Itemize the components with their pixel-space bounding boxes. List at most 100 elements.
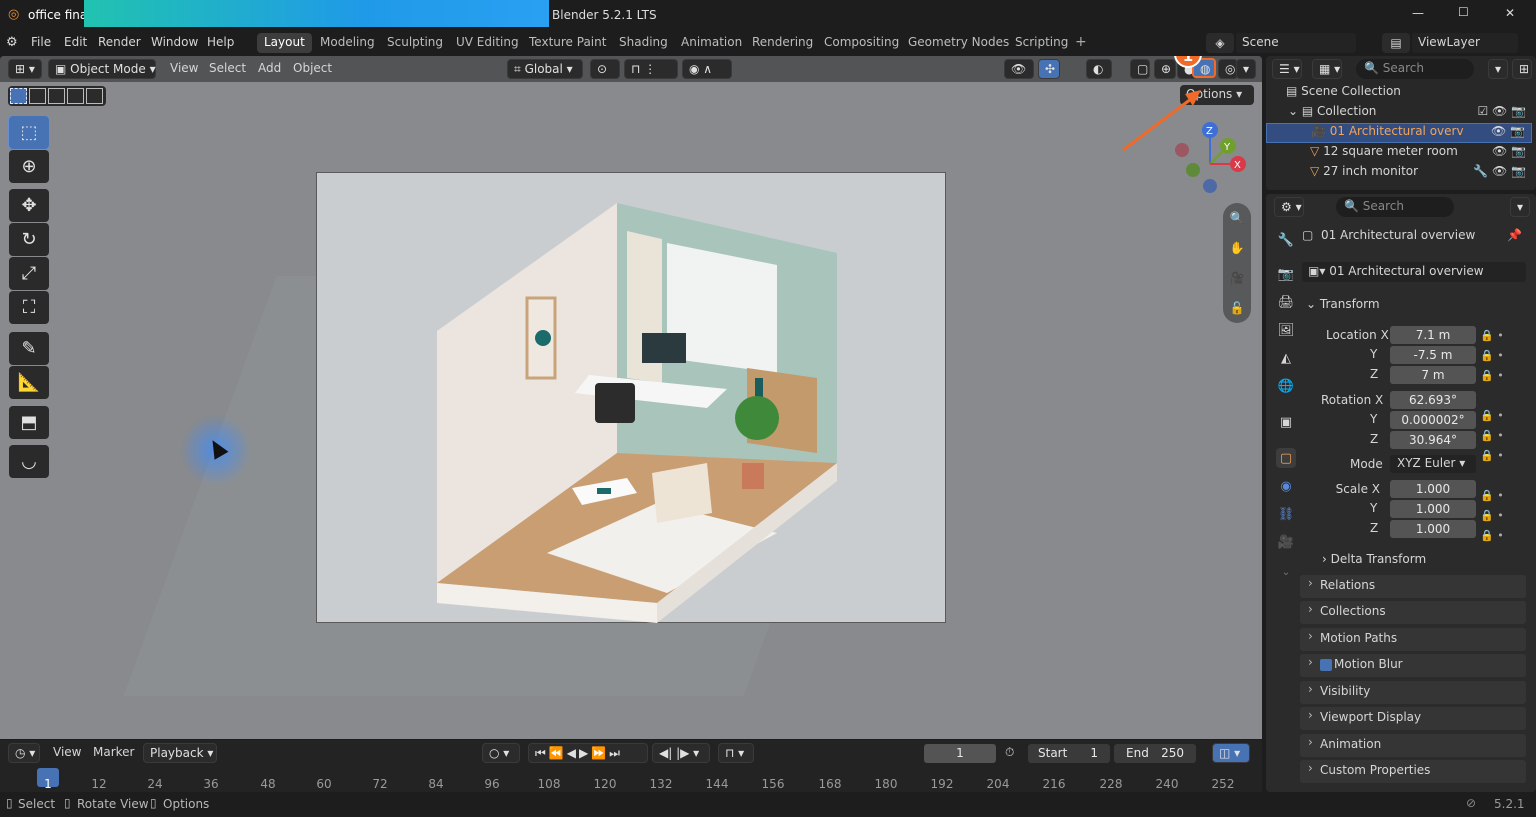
- select-invert-icon[interactable]: [67, 88, 84, 104]
- location-z-field[interactable]: 7 m: [1390, 366, 1476, 384]
- transform-lock-column[interactable]: 🔒 • 🔒 • 🔒 • 🔒 • 🔒 • 🔒 • 🔒 • 🔒 • 🔒 •: [1480, 326, 1520, 542]
- timeline-menu-view[interactable]: View: [53, 745, 81, 759]
- tab-scripting[interactable]: Scripting: [1008, 33, 1075, 53]
- zoom-icon[interactable]: 🔍: [1223, 203, 1251, 233]
- animation-panel[interactable]: Animation: [1300, 734, 1526, 757]
- visibility-panel[interactable]: Visibility: [1300, 681, 1526, 704]
- viewlayer-name-field[interactable]: ViewLayer: [1412, 33, 1518, 53]
- lock-view-icon[interactable]: 🔓: [1223, 293, 1251, 323]
- delta-transform-subpanel[interactable]: › Delta Transform: [1322, 552, 1426, 572]
- object-properties-tab-icon[interactable]: ▢: [1276, 448, 1296, 468]
- location-y-field[interactable]: -7.5 m: [1390, 346, 1476, 364]
- visibility-icon[interactable]: 👁: [1004, 59, 1034, 79]
- xray-icon[interactable]: ▢: [1130, 59, 1150, 79]
- annotate-tool[interactable]: ✎: [9, 332, 49, 365]
- timeline-editor-type-icon[interactable]: ◷ ▾: [8, 743, 40, 763]
- new-collection-icon[interactable]: ⊞: [1512, 59, 1532, 79]
- motion-paths-panel[interactable]: Motion Paths: [1300, 628, 1526, 651]
- collection-tab-icon[interactable]: ▣: [1276, 412, 1296, 432]
- rotation-x-field[interactable]: 62.693°: [1390, 391, 1476, 409]
- close-button[interactable]: ✕: [1505, 6, 1515, 20]
- snapping-icon[interactable]: ⊓ ⋮: [624, 59, 678, 79]
- 3d-viewport[interactable]: ⊞ ▾ ▣ Object Mode ▾ View Select Add Obje…: [0, 56, 1262, 739]
- playback-controls[interactable]: ⏮⏪◀▶⏩⏭: [528, 743, 648, 763]
- tab-sculpting[interactable]: Sculpting: [380, 33, 450, 53]
- tab-layout[interactable]: Layout: [257, 33, 312, 53]
- pin-icon[interactable]: 📌: [1507, 228, 1522, 242]
- properties-options-icon[interactable]: ▾: [1510, 197, 1530, 217]
- object-data-camera-tab-icon[interactable]: 🎥: [1276, 532, 1296, 552]
- scene-tab-icon[interactable]: ◭: [1276, 348, 1296, 368]
- menu-file[interactable]: File: [31, 35, 51, 49]
- render-properties-tab-icon[interactable]: 📷: [1276, 264, 1296, 284]
- world-tab-icon[interactable]: 🌐: [1276, 376, 1296, 396]
- rotation-y-field[interactable]: 0.000002°: [1390, 411, 1476, 429]
- select-new-icon[interactable]: [10, 88, 27, 104]
- select-intersect-icon[interactable]: [86, 88, 103, 104]
- select-box-tool[interactable]: ⬚: [8, 115, 50, 150]
- add-workspace-button[interactable]: +: [1075, 34, 1087, 50]
- end-frame-field[interactable]: End 250: [1114, 744, 1196, 763]
- measure-tool[interactable]: 📐: [9, 366, 49, 399]
- outliner-item-room[interactable]: ▽ 12 square meter room 👁 📷: [1310, 144, 1532, 164]
- tab-shading[interactable]: Shading: [612, 33, 675, 53]
- relations-panel[interactable]: Relations: [1300, 575, 1526, 598]
- camera-view-icon[interactable]: 🎥: [1223, 263, 1251, 293]
- viewport-menu-select[interactable]: Select: [209, 61, 246, 75]
- keying-icon[interactable]: ○ ▾: [482, 743, 520, 763]
- properties-editor-type-icon[interactable]: ⚙ ▾: [1274, 197, 1304, 217]
- transform-tool[interactable]: ⛶: [9, 291, 49, 324]
- viewport-menu-view[interactable]: View: [170, 61, 198, 75]
- tab-geometry-nodes[interactable]: Geometry Nodes: [901, 33, 1016, 53]
- timeline-menu-marker[interactable]: Marker: [93, 745, 134, 759]
- scale-x-field[interactable]: 1.000: [1390, 480, 1476, 498]
- rotation-z-field[interactable]: 30.964°: [1390, 431, 1476, 449]
- outliner-scene-collection[interactable]: ▤ Scene Collection: [1286, 84, 1401, 104]
- output-properties-tab-icon[interactable]: 🖨: [1276, 292, 1296, 312]
- overlay-icon[interactable]: ◐: [1086, 59, 1112, 79]
- transform-panel-header[interactable]: ⌄ Transform: [1306, 297, 1380, 317]
- location-x-field[interactable]: 7.1 m: [1390, 326, 1476, 344]
- shading-options-dropdown[interactable]: ▾: [1236, 59, 1256, 79]
- motion-blur-panel[interactable]: Motion Blur: [1300, 654, 1526, 677]
- editor-type-button[interactable]: ⊞ ▾: [8, 59, 42, 79]
- item-toggles-icon[interactable]: 👁 📷: [1491, 124, 1525, 138]
- scale-tool[interactable]: ⤢: [9, 257, 49, 290]
- scene-selector-icon[interactable]: ◈: [1206, 33, 1234, 53]
- tool-properties-tab-icon[interactable]: 🔧: [1276, 230, 1296, 250]
- collections-panel[interactable]: Collections: [1300, 601, 1526, 624]
- properties-search-input[interactable]: 🔍 Search: [1336, 197, 1454, 217]
- cursor-tool[interactable]: ⊕: [9, 150, 49, 183]
- add-cube-tool[interactable]: ⬒: [9, 406, 49, 439]
- item-toggles-icon[interactable]: 🔧 👁 📷: [1473, 164, 1526, 178]
- gizmo-toggle-icon[interactable]: ✣: [1038, 59, 1060, 79]
- pivot-point-icon[interactable]: ⊙: [590, 59, 620, 79]
- select-extend-icon[interactable]: [29, 88, 46, 104]
- collection-toggles-icon[interactable]: ☑ 👁 📷: [1477, 104, 1526, 118]
- viewport-display-panel[interactable]: Viewport Display: [1300, 707, 1526, 730]
- rendered-shading-icon[interactable]: ◎: [1218, 59, 1238, 79]
- move-tool[interactable]: ✥: [9, 189, 49, 222]
- add-curve-tool[interactable]: ◡: [9, 445, 49, 478]
- motion-blur-checkbox[interactable]: [1320, 659, 1332, 671]
- timeline-sync-icon[interactable]: ◫ ▾: [1212, 743, 1250, 763]
- maximize-button[interactable]: ☐: [1458, 5, 1469, 19]
- object-mode-dropdown[interactable]: ▣ Object Mode ▾: [48, 59, 156, 79]
- constraints-tab-icon[interactable]: ⛓: [1276, 504, 1296, 524]
- playback-dropdown[interactable]: Playback ▾: [143, 743, 217, 763]
- transform-orientation-dropdown[interactable]: ⌗ Global ▾: [507, 59, 583, 79]
- scale-y-field[interactable]: 1.000: [1390, 500, 1476, 518]
- start-frame-field[interactable]: Start 1: [1028, 744, 1110, 763]
- viewport-menu-add[interactable]: Add: [258, 61, 281, 75]
- menu-window[interactable]: Window: [151, 35, 198, 49]
- minimize-button[interactable]: —: [1412, 6, 1424, 20]
- outliner-item-architectural-overview[interactable]: 🎥 01 Architectural overv 👁 📷: [1266, 123, 1532, 143]
- scale-z-field[interactable]: 1.000: [1390, 520, 1476, 538]
- blender-menu-icon[interactable]: ⚙: [6, 35, 18, 50]
- tab-animation[interactable]: Animation: [674, 33, 749, 53]
- outliner-editor-type-icon[interactable]: ☰ ▾: [1272, 59, 1302, 79]
- stopwatch-icon[interactable]: ⏱: [1005, 745, 1014, 760]
- menu-help[interactable]: Help: [207, 35, 234, 49]
- outliner-item-monitor[interactable]: ▽ 27 inch monitor 🔧 👁 📷: [1310, 164, 1532, 184]
- tab-uv-editing[interactable]: UV Editing: [449, 33, 526, 53]
